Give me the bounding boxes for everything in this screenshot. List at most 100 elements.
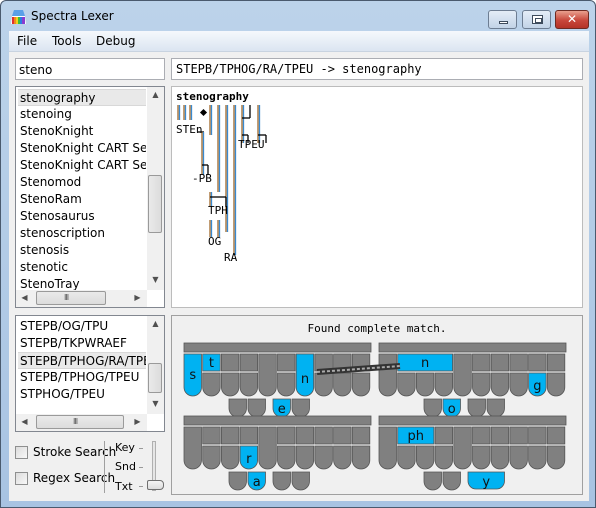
graph-connectors (177, 105, 267, 255)
scroll-right-icon[interactable]: ▶ (129, 417, 146, 426)
word-list-item[interactable]: stenotic (18, 259, 146, 276)
steno-key (239, 372, 258, 397)
steno-key (228, 471, 247, 491)
scroll-thumb[interactable] (148, 363, 162, 393)
word-list-item[interactable]: stenoing (18, 106, 146, 123)
stroke-list[interactable]: STEPB/OG/TPU STEPB/TKPWRAEF STEPB/TPHOG/RA… (15, 315, 165, 432)
client-area: File Tools Debug steno STEPB/TPHOG/RA/TP… (9, 31, 589, 501)
graph-node-sten[interactable]: STEn (176, 123, 203, 136)
steno-key (453, 353, 472, 397)
scroll-left-icon[interactable]: ◀ (16, 293, 33, 302)
steno-key (509, 353, 528, 372)
display-mode-slider-thumb[interactable] (147, 480, 164, 490)
key-label: r (246, 452, 252, 467)
steno-key (423, 471, 442, 491)
stroke-list-hscrollbar[interactable]: ◀ III ▶ (16, 414, 147, 431)
steno-key (467, 398, 486, 418)
graph-node-pb[interactable]: -PB (192, 172, 212, 185)
steno-key (247, 398, 266, 418)
word-list-vscrollbar[interactable]: ▲ ▼ (147, 87, 164, 290)
steno-board-panel: Found complete match. s t n e g n o r a ph y (171, 315, 583, 495)
close-button[interactable]: ✕ (555, 10, 589, 29)
stroke-list-item[interactable]: STEPB/TPHOG/RA/TPEU (18, 352, 146, 369)
steno-key (221, 445, 240, 470)
steno-key (228, 398, 247, 418)
stroke-search-checkbox[interactable] (15, 446, 28, 459)
scroll-thumb[interactable]: III (36, 415, 124, 429)
steno-key (528, 445, 547, 470)
steno-key (333, 426, 352, 445)
steno-key (434, 426, 454, 445)
steno-key (314, 372, 333, 397)
minimize-button[interactable] (488, 10, 517, 29)
scroll-down-icon[interactable]: ▼ (147, 399, 164, 408)
word-list-item[interactable]: stenoscription (18, 225, 146, 242)
scroll-left-icon[interactable]: ◀ (16, 417, 33, 426)
steno-board[interactable]: stnegnoraphy (172, 316, 582, 494)
word-list-hscrollbar[interactable]: ◀ III ▶ (16, 290, 147, 307)
steno-key (295, 445, 315, 470)
steno-key (378, 426, 397, 470)
menu-debug[interactable]: Debug (96, 34, 135, 48)
stroke-list-item[interactable]: STEPB/TKPWRAEF (18, 335, 146, 352)
regex-search-checkbox[interactable] (15, 472, 28, 485)
minimize-icon (499, 21, 508, 24)
steno-key (333, 372, 352, 397)
stroke-list-vscrollbar[interactable]: ▲ ▼ (147, 316, 164, 414)
word-list-item[interactable]: StenoKnight CART Servi (18, 140, 146, 157)
graph-diamond-icon (199, 108, 208, 117)
graph-node-og[interactable]: OG (208, 235, 221, 248)
steno-key (546, 445, 566, 470)
mode-label-txt: Txt (115, 480, 133, 493)
steno-key (314, 426, 333, 445)
stroke-list-item[interactable]: STEPB/OG/TPU (18, 318, 146, 335)
rule-output-value: STEPB/TPHOG/RA/TPEU -> stenography (176, 62, 422, 76)
steno-key (277, 426, 296, 445)
steno-key (239, 353, 258, 372)
menu-tools[interactable]: Tools (52, 34, 82, 48)
number-bar-key (183, 415, 372, 426)
steno-key (221, 353, 240, 372)
graph-node-ra[interactable]: RA (224, 251, 237, 264)
word-list-item[interactable]: stenography (18, 89, 146, 106)
rule-output-field[interactable]: STEPB/TPHOG/RA/TPEU -> stenography (171, 58, 583, 80)
word-list[interactable]: stenography stenoing StenoKnight StenoKnigh… (15, 86, 165, 308)
steno-key (442, 471, 461, 491)
steno-key (528, 353, 547, 372)
scroll-thumb[interactable]: III (36, 291, 106, 305)
scroll-down-icon[interactable]: ▼ (147, 275, 164, 284)
steno-key (546, 353, 566, 372)
menu-file[interactable]: File (17, 34, 37, 48)
graph-node-tpeu[interactable]: TPEU (238, 138, 265, 151)
word-list-item[interactable]: stenosis (18, 242, 146, 259)
graph-node-tph[interactable]: TPH (208, 204, 228, 217)
stroke-list-item[interactable]: STEPB/TPHOG/TPEU (18, 369, 146, 386)
key-label: a (253, 475, 261, 490)
steno-key (258, 426, 277, 470)
steno-key (486, 398, 505, 418)
search-input[interactable]: steno (15, 58, 165, 80)
slider-tick (139, 486, 143, 487)
word-list-item[interactable]: Stenomod (18, 174, 146, 191)
graph-word[interactable]: stenography (176, 90, 249, 103)
number-bar-key (183, 342, 372, 353)
word-list-item[interactable]: StenoKnight (18, 123, 146, 140)
steno-key (272, 471, 291, 491)
stroke-list-item[interactable]: STPHOG/TPEU (18, 386, 146, 403)
scroll-grip-icon: III (64, 293, 69, 302)
maximize-button[interactable] (522, 10, 551, 29)
mode-label-key: Key (115, 441, 135, 454)
scroll-up-icon[interactable]: ▲ (147, 319, 164, 328)
steno-key (291, 471, 310, 491)
steno-key (528, 426, 547, 445)
window-title: Spectra Lexer (31, 9, 114, 23)
maximize-icon (532, 15, 543, 24)
word-list-item[interactable]: Stenosaurus (18, 208, 146, 225)
title-bar[interactable]: Spectra Lexer ✕ (1, 1, 595, 31)
scroll-up-icon[interactable]: ▲ (147, 90, 164, 99)
word-list-item[interactable]: StenoKnight CART Servi (18, 157, 146, 174)
scroll-right-icon[interactable]: ▶ (129, 293, 146, 302)
word-list-item[interactable]: StenoRam (18, 191, 146, 208)
steno-key (416, 372, 435, 397)
scroll-thumb[interactable] (148, 175, 162, 233)
